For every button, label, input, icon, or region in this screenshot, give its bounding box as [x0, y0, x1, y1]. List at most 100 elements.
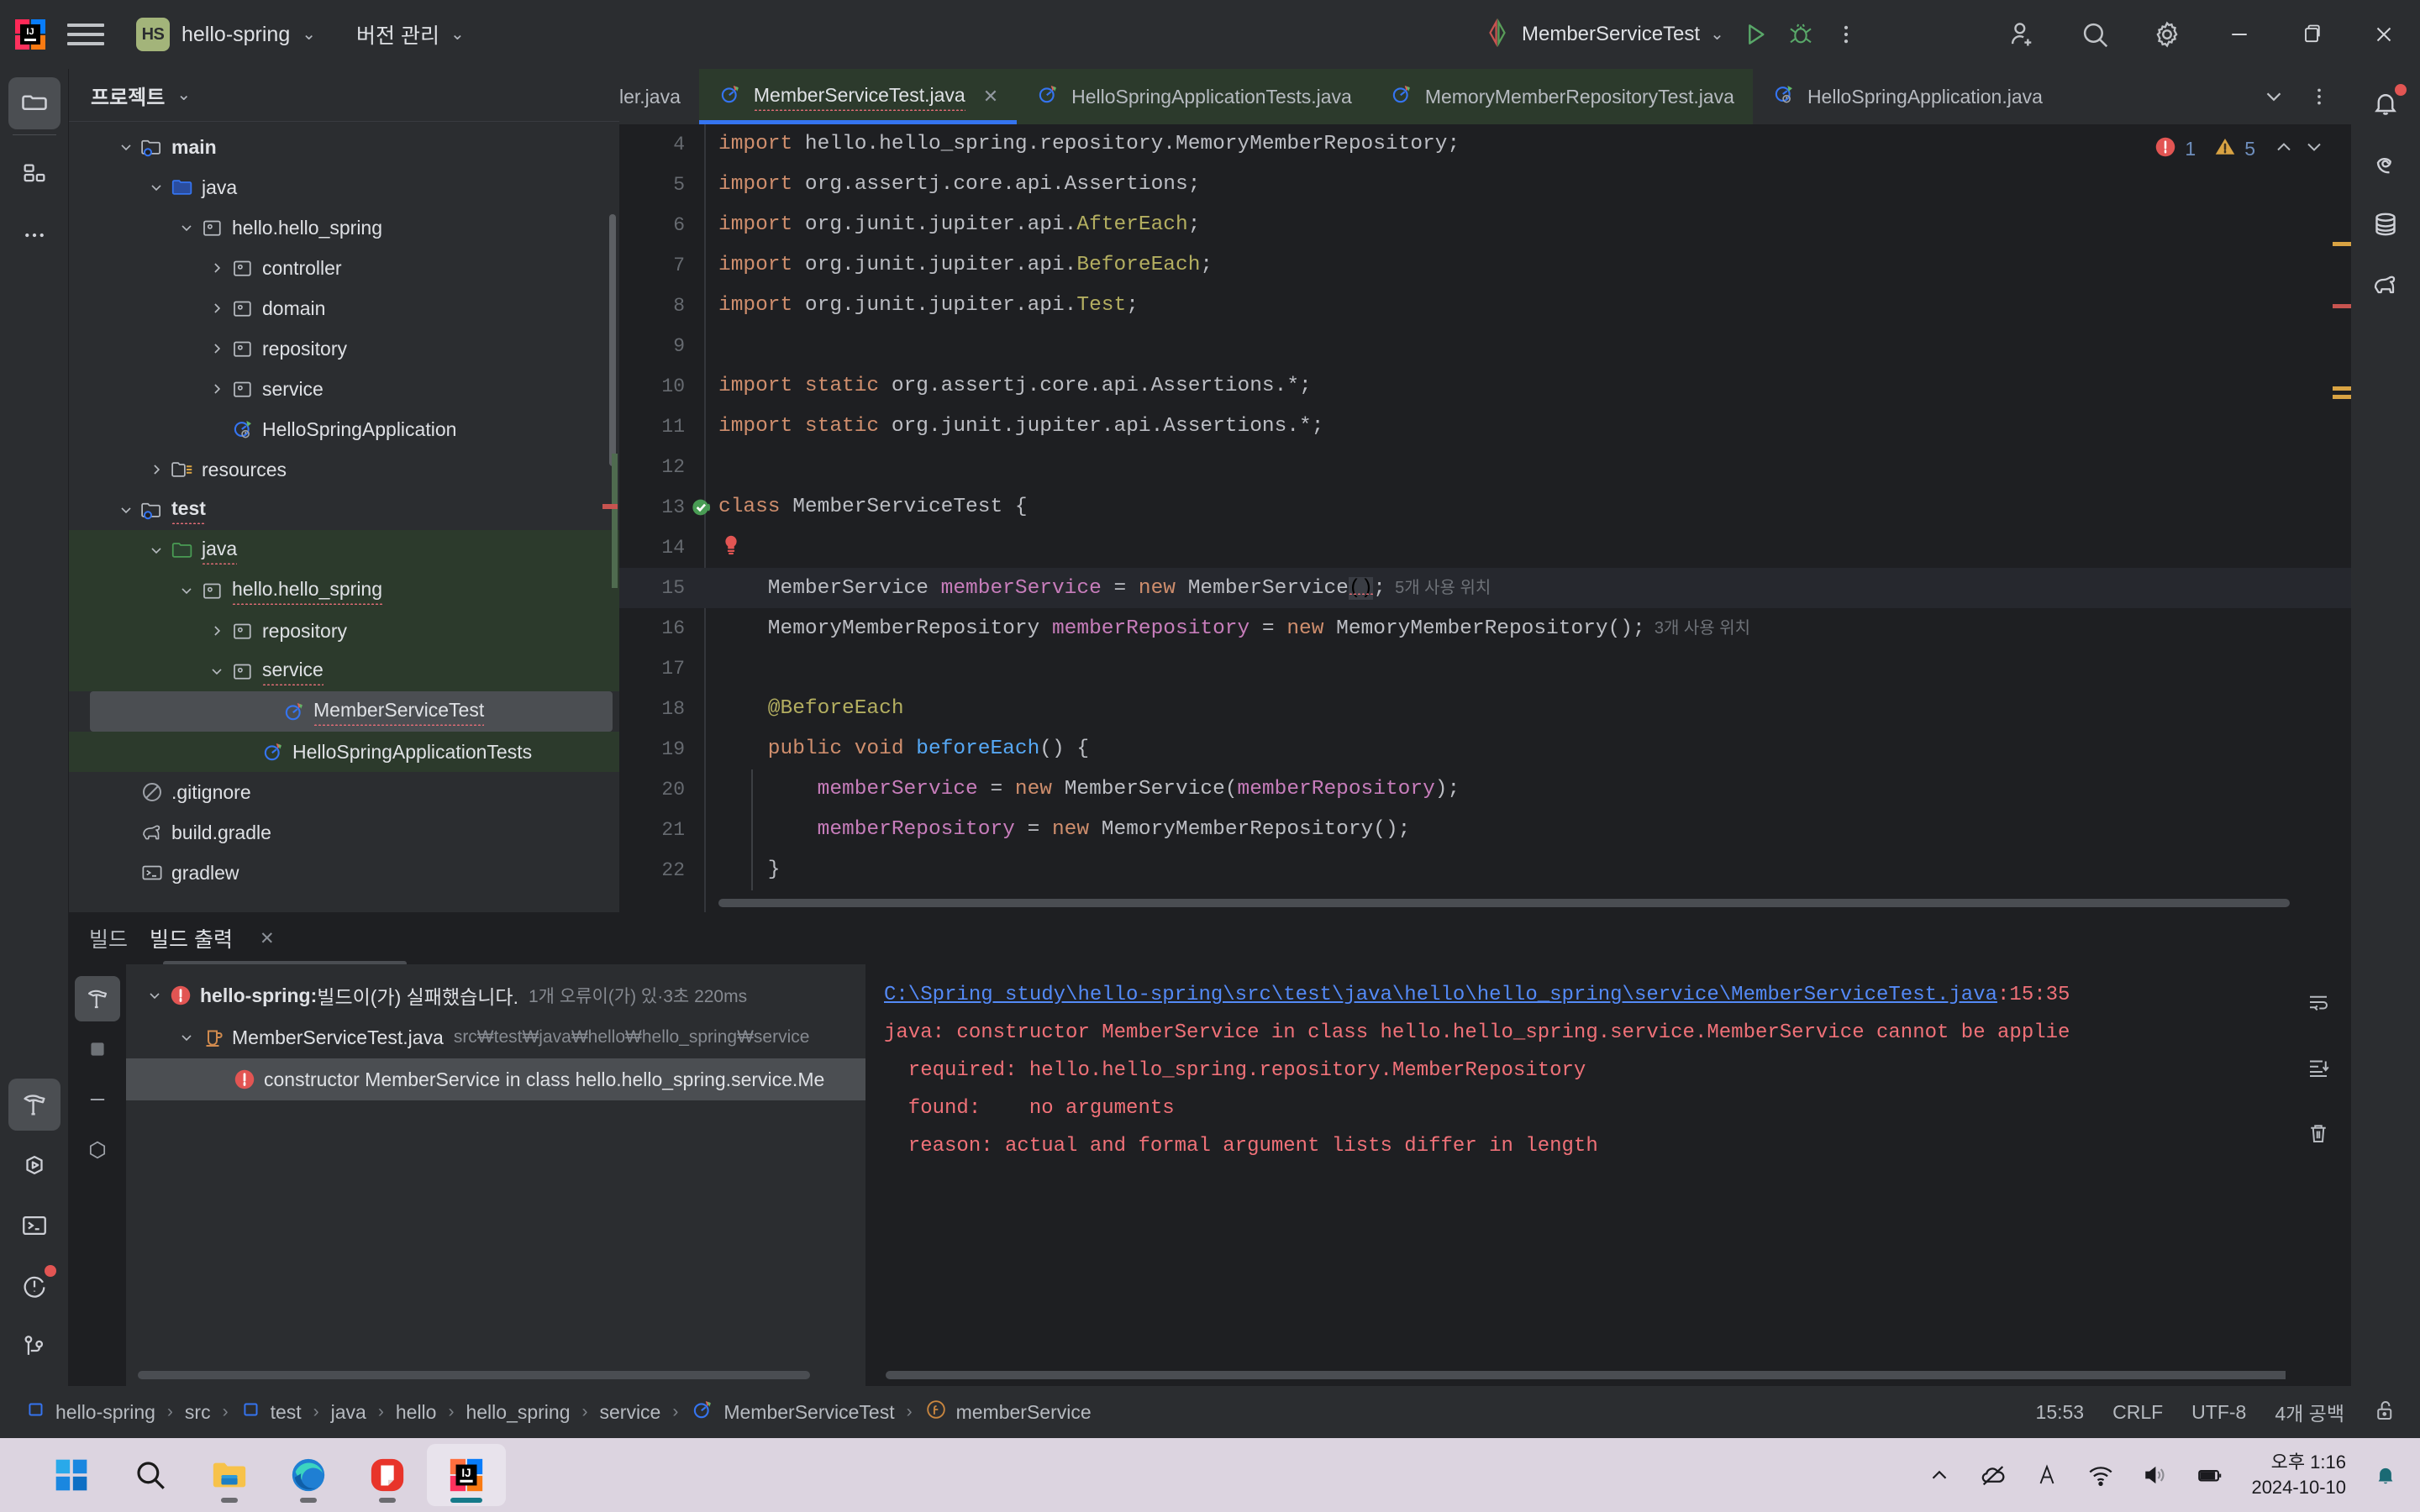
chevron-up-icon[interactable]: [2272, 135, 2296, 163]
project-selector[interactable]: HS hello-spring ⌄: [126, 13, 326, 56]
sidebar-item-version-control[interactable]: [8, 1320, 60, 1373]
build-tree-node[interactable]: constructor MemberService in class hello…: [126, 1058, 865, 1100]
chevron-down-icon[interactable]: ⌄: [176, 87, 191, 103]
speaker-icon[interactable]: [2142, 1462, 2169, 1488]
tree-item-test[interactable]: test: [69, 490, 619, 530]
tree-item-repository[interactable]: repository: [69, 611, 619, 651]
tree-expand-arrow[interactable]: [145, 461, 168, 478]
build-tab-build[interactable]: 빌드: [89, 923, 128, 953]
tree-expand-arrow[interactable]: [145, 179, 168, 196]
caret-position[interactable]: 15:53: [2036, 1401, 2085, 1424]
show-hidden-icons-button[interactable]: [1927, 1462, 1952, 1488]
tree-item-main[interactable]: main: [69, 127, 619, 167]
tree-expand-arrow[interactable]: [205, 663, 229, 680]
maximize-window-button[interactable]: [2275, 0, 2348, 69]
tree-expand-arrow[interactable]: [205, 622, 229, 639]
build-console[interactable]: C:\Spring study\hello-spring\src\test\ja…: [865, 964, 2351, 1386]
taskbar-search-button[interactable]: [111, 1444, 190, 1506]
tree-expand-arrow[interactable]: [205, 260, 229, 276]
build-tree-scrollbar[interactable]: [138, 1371, 810, 1379]
breadcrumb-item-hello[interactable]: hello: [387, 1401, 445, 1424]
tree-expand-arrow[interactable]: [143, 987, 166, 1004]
project-tree-scrollbar[interactable]: [609, 214, 616, 466]
battery-icon[interactable]: [2196, 1461, 2224, 1489]
tree-expand-arrow[interactable]: [175, 1029, 198, 1046]
intellij-idea-button[interactable]: IJ: [427, 1444, 506, 1506]
breadcrumb-item-hello-spring[interactable]: hello-spring: [17, 1399, 164, 1425]
breadcrumb-item-service[interactable]: service: [592, 1401, 670, 1424]
chevron-down-icon[interactable]: [2302, 135, 2326, 163]
tree-expand-arrow[interactable]: [114, 139, 138, 155]
microsoft-edge-button[interactable]: [269, 1444, 348, 1506]
database-button[interactable]: [2360, 198, 2412, 250]
tree-expand-arrow[interactable]: [114, 501, 138, 518]
code-editor[interactable]: 1 5 4 import hello.hello_spring.repositor…: [619, 124, 2351, 912]
wifi-icon[interactable]: [2086, 1461, 2115, 1489]
tree-item-java[interactable]: java: [69, 167, 619, 207]
korean-ime-icon[interactable]: [2034, 1462, 2060, 1488]
main-menu-button[interactable]: [67, 16, 104, 53]
tree-item-resources[interactable]: resources: [69, 449, 619, 490]
soft-wrap-button[interactable]: [2296, 979, 2341, 1025]
tree-item-hellospringapplicationtests[interactable]: HelloSpringApplicationTests: [69, 732, 619, 772]
tree-expand-arrow[interactable]: [175, 582, 198, 599]
build-output-line[interactable]: C:\Spring study\hello-spring\src\test\ja…: [884, 976, 2351, 1014]
tree-expand-arrow[interactable]: [175, 219, 198, 236]
breadcrumb-item-memberservicetest[interactable]: MemberServiceTest: [681, 1397, 902, 1427]
collapse-all-button[interactable]: [75, 1077, 120, 1122]
tree-item-service[interactable]: service: [69, 369, 619, 409]
breadcrumb-item-java[interactable]: java: [323, 1401, 375, 1424]
build-settings-button[interactable]: [75, 1127, 120, 1173]
debug-button[interactable]: [1778, 12, 1823, 57]
sidebar-item-structure[interactable]: [8, 149, 60, 201]
account-button[interactable]: [1986, 0, 2059, 69]
build-tab-output[interactable]: 빌드 출력: [150, 923, 233, 953]
sidebar-item-terminal[interactable]: [8, 1200, 60, 1252]
build-tree-node[interactable]: hello-spring: 빌드이(가) 실패했습니다. 1개 오류이(가) 있·…: [126, 974, 865, 1016]
sidebar-item-build[interactable]: [8, 1079, 60, 1131]
sidebar-item-run[interactable]: [8, 1139, 60, 1191]
editor-tab-hellospringapplicationtests-java[interactable]: HelloSpringApplicationTests.java: [1017, 69, 1370, 124]
editor-tab-hellospringapplication-java[interactable]: HelloSpringApplication.java: [1753, 69, 2061, 124]
version-control-menu[interactable]: 버전 관리 ⌄: [345, 14, 476, 55]
more-actions-button[interactable]: [1823, 12, 1869, 57]
notification-bell-icon[interactable]: [2373, 1462, 2398, 1488]
sidebar-item-problems[interactable]: [8, 1260, 60, 1312]
file-link[interactable]: C:\Spring study\hello-spring\src\test\ja…: [884, 984, 1997, 1006]
build-console-scrollbar[interactable]: [886, 1371, 2351, 1379]
scroll-to-end-button[interactable]: [2296, 1045, 2341, 1090]
ai-assistant-button[interactable]: [2360, 138, 2412, 190]
build-tree-node[interactable]: MemberServiceTest.java src₩test₩java₩hell…: [126, 1016, 865, 1058]
tree-expand-arrow[interactable]: [145, 542, 168, 559]
tree-expand-arrow[interactable]: [205, 340, 229, 357]
tree-item-build-gradle[interactable]: build.gradle: [69, 812, 619, 853]
run-configuration-selector[interactable]: MemberServiceTest ⌄: [1475, 13, 1733, 56]
tree-item-hello-hello-spring[interactable]: hello.hello_spring: [69, 570, 619, 611]
unlocked-icon[interactable]: [2373, 1398, 2398, 1427]
sidebar-item-project[interactable]: [8, 77, 60, 129]
breadcrumb-item-src[interactable]: src: [176, 1401, 219, 1424]
editor-tab-ler-java[interactable]: ler.java: [619, 69, 699, 124]
tree-item-java[interactable]: java: [69, 530, 619, 570]
run-button[interactable]: [1733, 12, 1778, 57]
editor-tab-memorymemberrepositorytest-java[interactable]: MemoryMemberRepositoryTest.java: [1370, 69, 1753, 124]
taskbar-clock[interactable]: 오후 1:16 2024-10-10: [2251, 1450, 2346, 1500]
red-app-button[interactable]: [348, 1444, 427, 1506]
editor-tab-memberservicetest-java[interactable]: MemberServiceTest.java ✕: [698, 69, 1018, 124]
tree-item-controller[interactable]: controller: [69, 248, 619, 288]
editor-horizontal-scrollbar[interactable]: [718, 899, 2290, 907]
close-icon[interactable]: ✕: [983, 86, 998, 108]
file-explorer-button[interactable]: [190, 1444, 269, 1506]
tree-item-gradlew[interactable]: gradlew: [69, 853, 619, 893]
line-separator[interactable]: CRLF: [2112, 1401, 2163, 1424]
tab-list-button[interactable]: [2254, 76, 2294, 117]
minimize-window-button[interactable]: [2203, 0, 2275, 69]
indent-setting[interactable]: 4개 공백: [2275, 1398, 2344, 1426]
tree-item-domain[interactable]: domain: [69, 288, 619, 328]
start-button[interactable]: [32, 1444, 111, 1506]
breadcrumb-item-memberservice[interactable]: memberService: [916, 1398, 1100, 1426]
notifications-button[interactable]: [2360, 77, 2412, 129]
tree-item-service[interactable]: service: [69, 651, 619, 691]
tree-item-memberservicetest[interactable]: MemberServiceTest: [90, 691, 613, 732]
close-icon[interactable]: ✕: [260, 928, 275, 949]
